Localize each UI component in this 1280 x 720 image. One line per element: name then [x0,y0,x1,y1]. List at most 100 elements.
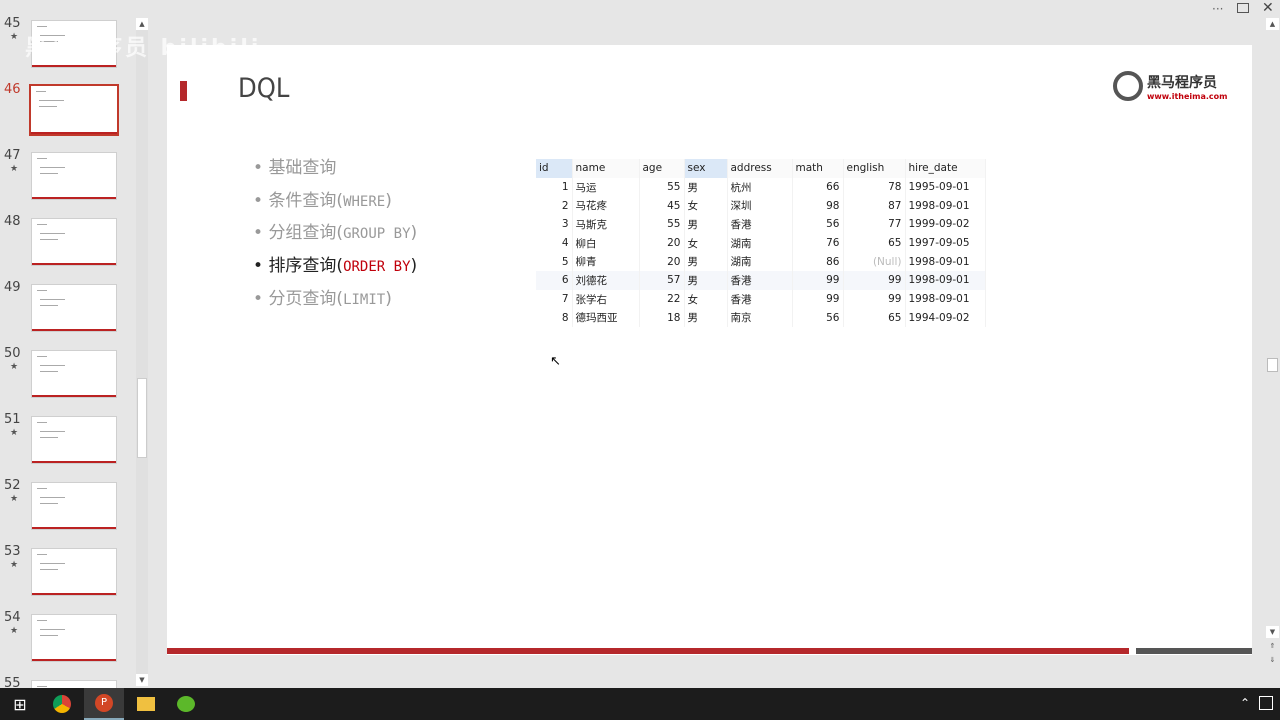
chrome-taskbar-button[interactable] [42,688,82,720]
table-cell: 1999-09-02 [905,215,986,234]
table-row[interactable]: 1 马运 55 男杭州 66 78 1995-09-01 [536,177,986,197]
table-cell: 86 [792,252,844,272]
table-cell: 湖南 [727,233,793,253]
presenter-view-icon[interactable] [1237,3,1249,13]
slide-thumbnail[interactable] [31,152,117,200]
table-cell: 76 [792,233,844,253]
slide-thumbnail[interactable] [31,680,117,688]
animation-star-icon: ★ [10,560,19,570]
table-row[interactable]: 4 柳白 20 女湖南 76 65 1997-09-05 [536,233,986,253]
bullet-item: • 条件查询(WHERE) [253,190,392,211]
powerpoint-taskbar-button[interactable]: P [84,688,124,720]
table-cell: 20 [639,233,685,253]
app-taskbar-button[interactable] [166,688,206,720]
column-header[interactable]: name [572,159,640,178]
animation-star-icon: ★ [10,428,19,438]
slide-number: 51 [4,412,21,427]
close-button[interactable]: ✕ [1262,0,1274,16]
slide-canvas[interactable]: DQL 黑马程序员 www.itheima.com • 基础查询 • 条件查询(W… [167,45,1252,655]
slide-number: 47 [4,148,21,163]
table-cell: 2 [536,196,573,216]
table-cell: 香港 [727,271,793,290]
more-options-button[interactable]: ··· [1212,2,1223,16]
start-button[interactable]: ⊞ [0,688,40,720]
previous-slide-button[interactable]: ⇑ [1266,640,1279,652]
column-header[interactable]: age [639,159,685,178]
animation-star-icon: ★ [10,626,19,636]
column-header[interactable]: sex [684,159,728,178]
slide-number: 55 [4,676,21,688]
column-header[interactable]: hire_date [905,159,986,178]
table-cell: 男 [684,215,728,234]
tray-expand-icon[interactable]: ⌃ [1240,696,1250,710]
table-cell: 男 [684,271,728,290]
table-cell: 77 [843,215,906,234]
result-table: id name age sex address math english hire_date 1… [536,159,986,328]
thumbnail-scrollbar[interactable]: ▲ ▼ [136,18,148,686]
slide-number: 50 [4,346,21,361]
table-cell: (Null) [843,252,906,272]
slide-number: 52 [4,478,21,493]
table-cell: 6 [536,271,573,290]
bullet-end: ) [410,223,418,244]
animation-star-icon: ★ [10,32,19,42]
scroll-down-button[interactable]: ▼ [1266,626,1279,638]
bullet-text: 条件查询( [268,190,344,211]
slide-number: 54 [4,610,21,625]
table-cell: 香港 [727,215,793,234]
slide-number: 48 [4,214,21,229]
slide-thumbnail[interactable] [31,218,117,266]
slide-scrollbar[interactable]: ▲ ▼ ⇑ ⇓ [1265,18,1280,668]
bullet-item: • 基础查询 [253,158,337,178]
table-cell: 78 [843,177,906,197]
table-cell: 女 [684,289,728,309]
windows-icon: ⊞ [13,694,27,714]
table-row[interactable]: 3 马斯克 55 男香港 56 77 1999-09-02 [536,215,986,234]
table-cell: 1994-09-02 [905,308,986,328]
column-header[interactable]: id [536,159,573,178]
bullet-code: LIMIT [343,291,386,308]
column-header[interactable]: math [792,159,844,178]
table-row[interactable]: 8 德玛西亚 18 男南京 56 65 1994-09-02 [536,308,986,328]
slide-thumbnail[interactable] [31,482,117,530]
table-cell: 20 [639,252,685,272]
table-row[interactable]: 7 张学右 22 女香港 99 99 1998-09-01 [536,289,986,309]
column-header[interactable]: address [727,159,793,178]
table-cell: 1 [536,177,573,197]
slide-number: 53 [4,544,21,559]
scroll-thumb[interactable] [1267,358,1278,372]
scroll-down-button[interactable]: ▼ [136,674,148,686]
table-header-row: id name age sex address math english hire_date [536,159,986,178]
slide-thumbnail[interactable] [31,416,117,464]
bullet-text: 排序查询( [268,256,344,277]
slide-thumbnail[interactable] [29,84,119,136]
table-row[interactable]: 2 马花疼 45 女深圳 98 87 1998-09-01 [536,196,986,216]
chrome-icon [53,695,71,713]
file-explorer-taskbar-button[interactable] [126,688,166,720]
slide-thumbnail[interactable] [31,284,117,332]
table-row[interactable]: 6 刘德花 57 男香港 99 99 1998-09-01 [536,271,986,290]
table-row[interactable]: 5 柳青 20 男湖南 86 (Null) 1998-09-01 [536,252,986,272]
green-app-icon [177,696,195,712]
table-cell: 深圳 [727,196,793,216]
animation-star-icon: ★ [10,494,19,504]
scroll-thumb[interactable] [137,378,147,458]
footer-gray-bar [1136,648,1252,654]
table-cell: 99 [843,271,906,290]
table-cell: 3 [536,215,573,234]
scroll-up-button[interactable]: ▲ [1266,18,1279,30]
table-cell: 8 [536,308,573,328]
column-header[interactable]: english [843,159,906,178]
scroll-up-button[interactable]: ▲ [136,18,148,30]
folder-icon [137,697,155,711]
slide-thumbnail[interactable] [31,548,117,596]
table-cell: 张学右 [572,289,640,309]
slide-thumbnail[interactable] [31,350,117,398]
notification-icon[interactable] [1259,696,1273,710]
slide-thumbnail[interactable] [31,614,117,662]
bullet-item: • 分组查询(GROUP BY) [253,223,418,244]
table-cell: 湖南 [727,252,793,272]
bullet-code: GROUP BY [343,226,411,243]
next-slide-button[interactable]: ⇓ [1266,654,1279,666]
table-cell: 1998-09-01 [905,196,986,216]
